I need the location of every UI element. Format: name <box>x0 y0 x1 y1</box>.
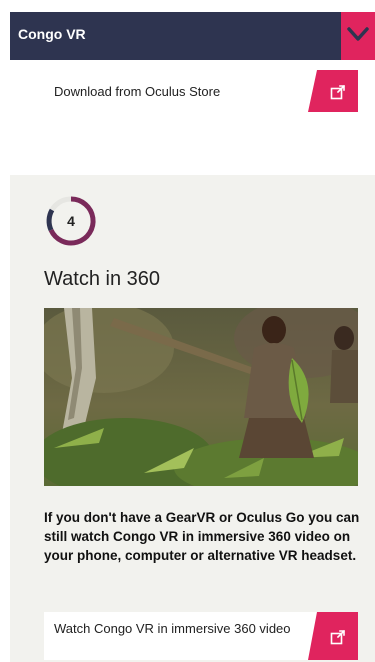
step-badge: 4 <box>44 194 98 248</box>
page: Congo VR Download from Oculus Store 4 Wa… <box>0 0 375 662</box>
description-text: If you don't have a GearVR or Oculus Go … <box>44 510 360 563</box>
chevron-down-icon <box>347 27 369 41</box>
step-number: 4 <box>67 213 75 229</box>
watch-360-label: Watch Congo VR in immersive 360 video <box>54 621 291 636</box>
app-title: Congo VR <box>18 26 86 42</box>
button-accent <box>308 70 358 112</box>
forest-scene-image <box>44 308 358 486</box>
watch-360-button[interactable]: Watch Congo VR in immersive 360 video <box>44 612 358 660</box>
download-oculus-label: Download from Oculus Store <box>54 84 221 99</box>
external-link-icon <box>330 84 346 100</box>
video-thumbnail[interactable] <box>44 308 358 486</box>
button-accent <box>308 612 358 660</box>
external-link-icon <box>330 629 346 645</box>
section-title: Watch in 360 <box>44 268 160 290</box>
download-oculus-button[interactable]: Download from Oculus Store <box>44 70 358 112</box>
app-header: Congo VR <box>10 12 375 60</box>
menu-toggle-button[interactable] <box>341 12 375 60</box>
